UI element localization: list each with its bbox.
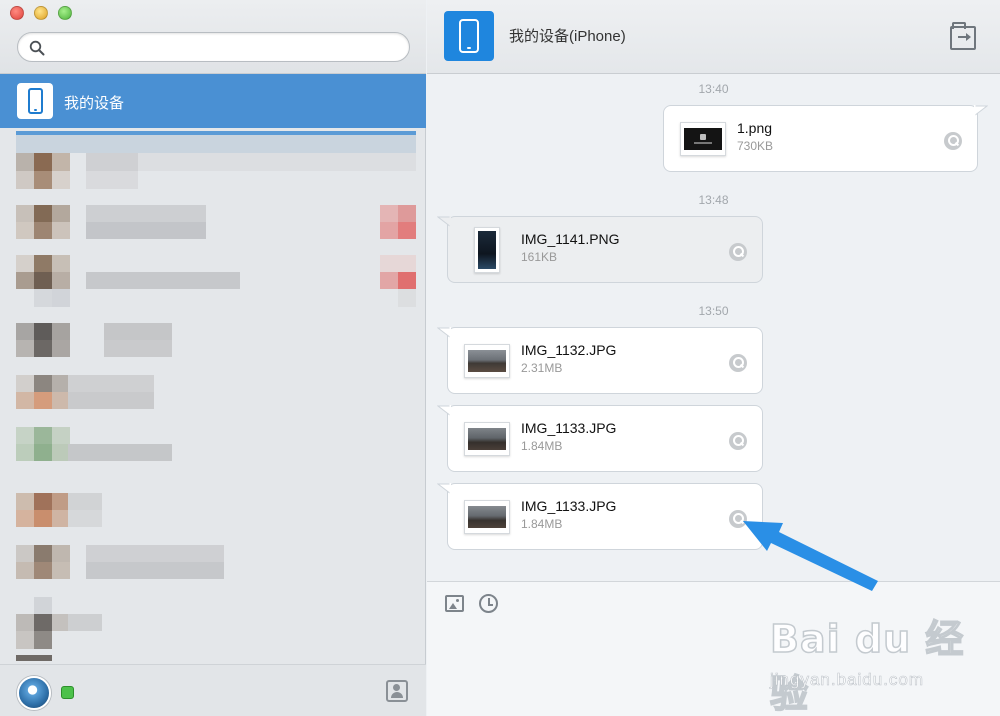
minimize-window-button[interactable] — [34, 6, 48, 20]
send-file-icon[interactable] — [950, 22, 976, 50]
file-size: 730KB — [737, 139, 774, 153]
iphone-icon — [17, 83, 53, 119]
file-thumbnail — [464, 422, 510, 456]
bubble-tail — [974, 105, 988, 117]
chat-title: 我的设备(iPhone) — [509, 28, 626, 45]
file-size: 1.84MB — [521, 439, 563, 453]
bubble-tail — [437, 483, 451, 495]
zoom-window-button[interactable] — [58, 6, 72, 20]
conversation-list-blurred — [16, 131, 416, 661]
sidebar: 我的设备 — [0, 0, 426, 716]
list-item[interactable] — [16, 597, 416, 649]
bubble-tail — [437, 327, 451, 339]
iphone-icon — [444, 11, 494, 61]
list-item[interactable] — [16, 153, 416, 189]
search-icon — [29, 40, 45, 56]
chat-header: 我的设备(iPhone) — [427, 0, 1000, 74]
watermark: Bai du 经验 jingyan.baidu.com — [769, 608, 990, 716]
image-icon[interactable] — [445, 595, 464, 612]
file-thumbnail — [474, 227, 500, 273]
file-size: 1.84MB — [521, 517, 563, 531]
list-item[interactable] — [16, 205, 416, 239]
bubble-tail — [437, 216, 451, 228]
file-message[interactable]: IMG_1133.JPG 1.84MB — [437, 405, 763, 472]
file-name: IMG_1133.JPG — [521, 498, 617, 514]
magnifier-preview-icon[interactable] — [729, 432, 747, 450]
avatar[interactable] — [17, 676, 51, 710]
file-message[interactable]: IMG_1133.JPG 1.84MB — [437, 483, 763, 550]
message-timestamp: 13:50 — [698, 304, 729, 318]
file-name: IMG_1133.JPG — [521, 420, 617, 436]
list-item[interactable] — [16, 545, 416, 579]
file-thumbnail — [464, 500, 510, 534]
file-message[interactable]: IMG_1132.JPG 2.31MB — [437, 327, 763, 394]
watermark-url: jingyan.baidu.com — [770, 670, 925, 690]
list-item[interactable] — [16, 427, 416, 461]
file-name: 1.png — [737, 120, 773, 136]
sidebar-footer — [0, 664, 426, 716]
list-item[interactable] — [16, 255, 416, 307]
list-item[interactable] — [16, 323, 416, 357]
search-box[interactable] — [17, 32, 410, 62]
magnifier-preview-icon[interactable] — [944, 132, 962, 150]
file-message[interactable]: IMG_1141.PNG 161KB — [437, 216, 763, 283]
list-item[interactable] — [16, 493, 416, 527]
app-window: 我的设备 我的设备(iPhone) 13:40 1.png 730KB 13:4… — [0, 0, 1000, 716]
list-item[interactable] — [16, 375, 416, 409]
bubble-tail — [437, 405, 451, 417]
search-input[interactable] — [52, 38, 402, 56]
magnifier-preview-icon[interactable] — [729, 354, 747, 372]
message-list: 13:40 1.png 730KB 13:48 IMG_1141.PNG 161… — [427, 74, 1000, 581]
file-thumbnail — [464, 344, 510, 378]
watermark-logo: Bai du 经验 — [769, 616, 965, 716]
file-name: IMG_1141.PNG — [521, 231, 620, 247]
sidebar-item-label: 我的设备 — [64, 95, 125, 112]
file-thumbnail — [680, 122, 726, 156]
clock-history-icon[interactable] — [479, 594, 498, 613]
sidebar-titlebar — [0, 0, 426, 74]
sidebar-item-my-device[interactable]: 我的设备 — [0, 74, 426, 128]
message-timestamp: 13:40 — [698, 82, 729, 96]
file-name: IMG_1132.JPG — [521, 342, 617, 358]
magnifier-preview-icon[interactable] — [729, 243, 747, 261]
file-size: 2.31MB — [521, 361, 563, 375]
online-status-icon[interactable] — [61, 686, 74, 699]
contacts-icon[interactable] — [386, 680, 408, 702]
annotation-arrow-icon — [743, 521, 878, 591]
file-message[interactable]: 1.png 730KB — [663, 105, 988, 172]
file-size: 161KB — [521, 250, 558, 264]
close-window-button[interactable] — [10, 6, 24, 20]
message-timestamp: 13:48 — [698, 193, 729, 207]
